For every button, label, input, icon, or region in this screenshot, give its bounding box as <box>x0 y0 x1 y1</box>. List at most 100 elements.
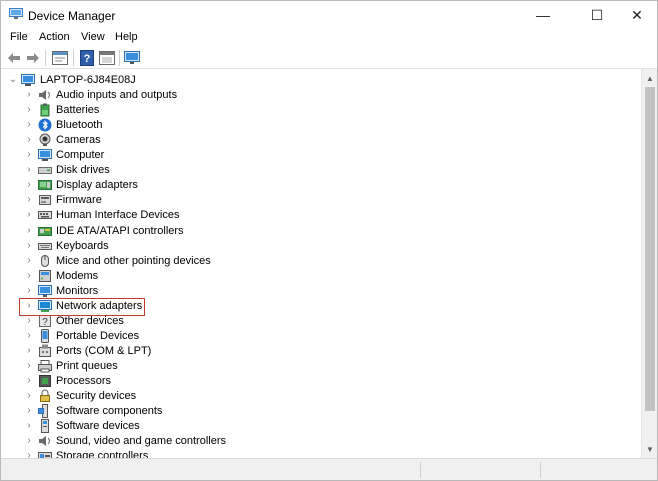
device-manager-icon <box>9 8 23 19</box>
firmware-icon <box>39 195 51 205</box>
tree-item-software-devices[interactable]: › Software devices <box>1 419 641 434</box>
chevron-right-icon[interactable]: › <box>24 315 34 327</box>
tree-item-label: Display adapters <box>56 179 138 191</box>
chevron-right-icon[interactable]: › <box>24 179 34 191</box>
chevron-right-icon[interactable]: › <box>24 375 34 387</box>
chevron-right-icon[interactable]: › <box>24 209 34 221</box>
tree-item-label: Audio inputs and outputs <box>56 89 178 101</box>
tree-item-processors[interactable]: › Processors <box>1 374 641 389</box>
chevron-right-icon[interactable]: › <box>24 194 34 206</box>
status-cell <box>1 462 421 478</box>
close-button[interactable]: ✕ <box>614 1 658 29</box>
tree-item-label: Batteries <box>56 104 100 116</box>
status-cell <box>421 462 541 478</box>
tree-item-storage-controllers[interactable]: › Storage controllers <box>1 449 641 458</box>
back-button[interactable] <box>5 49 23 67</box>
chevron-down-icon[interactable]: ⌄ <box>8 74 18 86</box>
console-button[interactable] <box>98 49 116 67</box>
tree-item-mice-and-other-pointing-devices[interactable]: › Mice and other pointing devices <box>1 254 641 269</box>
tree-item-security-devices[interactable]: › Security devices <box>1 389 641 404</box>
tree-item-audio-inputs-and-outputs[interactable]: › Audio inputs and outputs <box>1 88 641 103</box>
tree-item-ide-ata-atapi-controllers[interactable]: › IDE ATA/ATAPI controllers <box>1 224 641 239</box>
tree-item-software-components[interactable]: › Software components <box>1 404 641 419</box>
chevron-right-icon[interactable]: › <box>24 89 34 101</box>
menu-action[interactable]: Action <box>39 31 70 43</box>
printer-icon <box>38 360 52 373</box>
scroll-up-icon[interactable]: ▲ <box>642 70 658 86</box>
tree-item-portable-devices[interactable]: › Portable Devices <box>1 329 641 344</box>
maximize-icon: ☐ <box>590 6 604 23</box>
tree-item-other-devices[interactable]: ›? Other devices <box>1 314 641 329</box>
chevron-right-icon[interactable]: › <box>24 134 34 146</box>
device-tree[interactable]: ⌄ LAPTOP-6J84E08J › Audio inputs and outp… <box>1 69 641 458</box>
chevron-right-icon[interactable]: › <box>24 420 34 432</box>
scrollbar-thumb[interactable] <box>645 87 655 411</box>
battery-icon <box>40 103 50 117</box>
tree-item-label: Software devices <box>56 420 140 432</box>
chevron-right-icon[interactable]: › <box>24 149 34 161</box>
properties-icon <box>52 51 68 65</box>
tree-item-batteries[interactable]: › Batteries <box>1 103 641 118</box>
toolbar-separator <box>45 50 46 66</box>
tree-item-computer[interactable]: › Computer <box>1 148 641 163</box>
tree-item-ports-com-lpt[interactable]: › Ports (COM & LPT) <box>1 344 641 359</box>
tree-item-label: Ports (COM & LPT) <box>56 345 152 357</box>
tree-item-modems[interactable]: › Modems <box>1 269 641 284</box>
forward-button[interactable] <box>24 49 42 67</box>
tree-item-keyboards[interactable]: › Keyboards <box>1 239 641 254</box>
unknown-device-icon: ? <box>39 315 51 328</box>
chevron-right-icon[interactable]: › <box>24 225 34 237</box>
svg-text:?: ? <box>84 53 91 65</box>
minimize-icon: — <box>536 7 550 23</box>
menu-bar: File Action View Help <box>1 29 657 47</box>
tree-item-display-adapters[interactable]: › Display adapters <box>1 178 641 193</box>
tree-item-cameras[interactable]: › Cameras <box>1 133 641 148</box>
sound-controller-icon <box>39 436 50 446</box>
tree-item-label: Firmware <box>56 194 102 206</box>
display-adapter-icon <box>38 180 52 190</box>
svg-text:?: ? <box>42 317 48 328</box>
scan-hardware-button[interactable] <box>123 49 141 67</box>
tree-item-bluetooth[interactable]: › Bluetooth <box>1 118 641 133</box>
chevron-right-icon[interactable]: › <box>24 435 34 447</box>
chevron-right-icon[interactable]: › <box>24 270 34 282</box>
chevron-right-icon[interactable]: › <box>24 104 34 116</box>
menu-view[interactable]: View <box>81 31 105 43</box>
chevron-right-icon[interactable]: › <box>24 405 34 417</box>
tree-item-disk-drives[interactable]: › Disk drives <box>1 163 641 178</box>
chevron-right-icon[interactable]: › <box>24 285 34 297</box>
tree-item-monitors[interactable]: › Monitors <box>1 284 641 299</box>
chevron-right-icon[interactable]: › <box>24 330 34 342</box>
help-button[interactable]: ? <box>78 49 96 67</box>
chevron-right-icon[interactable]: › <box>24 164 34 176</box>
tree-item-label: Processors <box>56 375 112 387</box>
chevron-right-icon[interactable]: › <box>24 119 34 131</box>
tree-item-label: IDE ATA/ATAPI controllers <box>56 225 184 237</box>
tree-root[interactable]: ⌄ LAPTOP-6J84E08J <box>1 73 641 88</box>
scroll-down-icon[interactable]: ▼ <box>642 441 658 457</box>
chevron-right-icon[interactable]: › <box>24 450 34 458</box>
toolbar: ? <box>1 47 657 69</box>
menu-file[interactable]: File <box>10 31 28 43</box>
minimize-button[interactable]: — <box>520 1 566 29</box>
mouse-icon <box>41 255 49 267</box>
vertical-scrollbar[interactable]: ▲ ▼ <box>641 69 657 458</box>
tree-item-label: Modems <box>56 270 99 282</box>
tree-item-human-interface-devices[interactable]: › Human Interface Devices <box>1 208 641 223</box>
tree-item-label: Disk drives <box>56 164 110 176</box>
chevron-right-icon[interactable]: › <box>24 240 34 252</box>
tree-item-firmware[interactable]: › Firmware <box>1 193 641 208</box>
chevron-right-icon[interactable]: › <box>24 360 34 372</box>
tree-item-sound-video-and-game-controllers[interactable]: › Sound, video and game controllers <box>1 434 641 449</box>
device-manager-window: Device Manager — ☐ ✕ File Action View He… <box>0 0 658 481</box>
toolbar-separator <box>73 50 74 66</box>
chevron-right-icon[interactable]: › <box>24 345 34 357</box>
chevron-right-icon[interactable]: › <box>24 390 34 402</box>
tree-item-label: Human Interface Devices <box>56 209 180 221</box>
tree-item-label: Other devices <box>56 315 124 327</box>
tree-item-print-queues[interactable]: › Print queues <box>1 359 641 374</box>
chevron-right-icon[interactable]: › <box>24 255 34 267</box>
menu-help[interactable]: Help <box>115 31 138 43</box>
properties-button[interactable] <box>51 49 69 67</box>
security-device-icon <box>40 389 50 402</box>
